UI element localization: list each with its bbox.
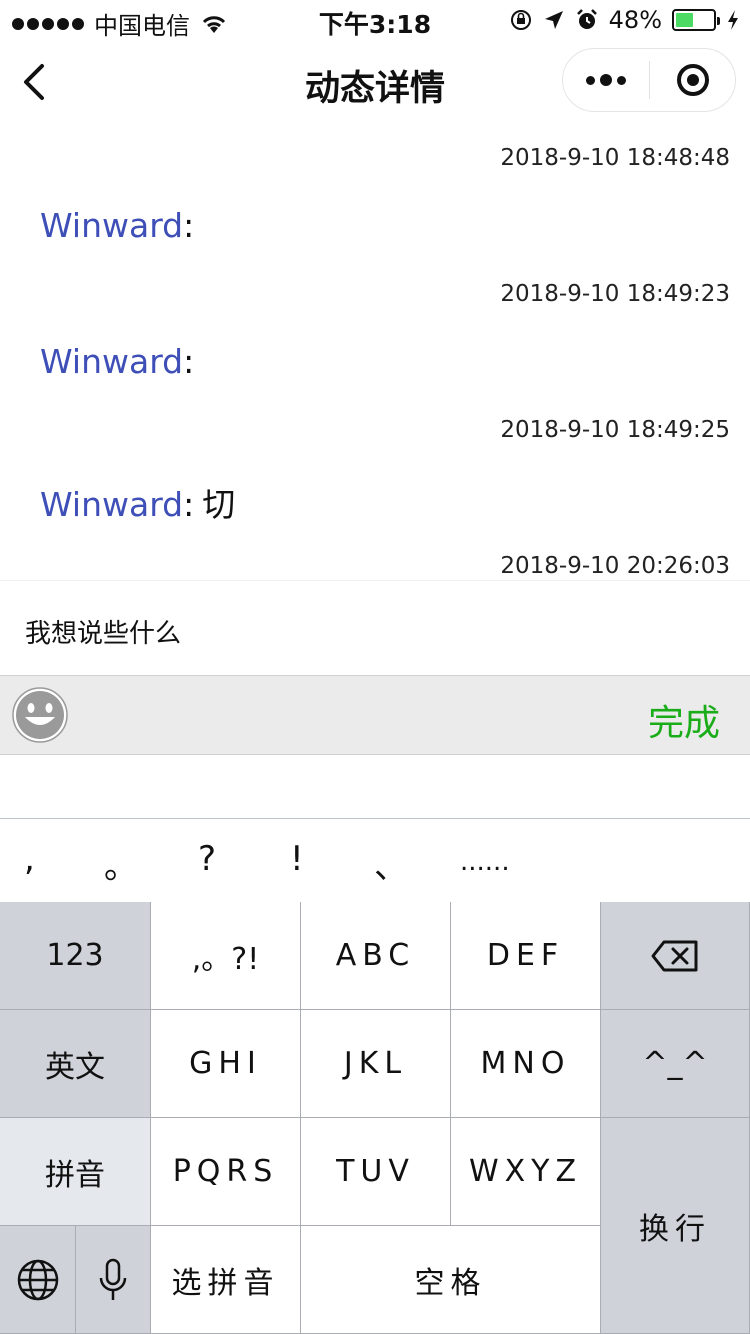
key-wxyz[interactable]: WXYZ bbox=[451, 1118, 601, 1226]
message-text: 切 bbox=[202, 485, 236, 524]
emoji-button[interactable] bbox=[12, 687, 68, 743]
microphone-icon bbox=[99, 1258, 127, 1300]
key-def[interactable]: DEF bbox=[451, 902, 601, 1010]
message-colon: : bbox=[183, 485, 195, 524]
target-circle-icon bbox=[676, 64, 709, 96]
done-button[interactable]: 完成 bbox=[648, 694, 720, 746]
message-item: Winward: bbox=[40, 342, 202, 381]
input-toolbar: 完成 bbox=[0, 675, 750, 755]
comment-input-text: 我想说些什么 bbox=[25, 619, 182, 649]
battery-icon bbox=[672, 9, 720, 31]
key-abc[interactable]: ABC bbox=[301, 902, 451, 1010]
punctuation-key-question[interactable]: ? bbox=[198, 839, 216, 879]
message-colon: : bbox=[183, 342, 195, 381]
message-author[interactable]: Winward bbox=[40, 342, 183, 381]
message-item: Winward: bbox=[40, 206, 202, 245]
key-jkl[interactable]: JKL bbox=[301, 1010, 451, 1118]
key-english[interactable]: 英文 bbox=[0, 1010, 151, 1118]
key-punctuation[interactable]: ,。?! bbox=[151, 902, 301, 1010]
more-dots-icon bbox=[586, 75, 595, 85]
message-timestamp: 2018-9-10 18:48:48 bbox=[500, 145, 730, 171]
key-tuv[interactable]: TUV bbox=[301, 1118, 451, 1226]
punctuation-key-ellipsis[interactable]: ...... bbox=[460, 847, 510, 877]
message-timestamp: 2018-9-10 18:49:25 bbox=[500, 417, 730, 443]
key-ghi[interactable]: GHI bbox=[151, 1010, 301, 1118]
key-123[interactable]: 123 bbox=[0, 902, 151, 1010]
punctuation-key-exclamation[interactable]: ! bbox=[290, 839, 304, 879]
status-right: 48% bbox=[509, 6, 740, 34]
message-timestamp: 2018-9-10 18:49:23 bbox=[500, 281, 730, 307]
location-arrow-icon bbox=[544, 11, 563, 29]
comment-input-field[interactable]: 我想说些什么 bbox=[0, 580, 750, 675]
space-key[interactable]: 空格 bbox=[301, 1226, 601, 1334]
message-author[interactable]: Winward bbox=[40, 206, 183, 245]
backspace-icon bbox=[651, 940, 698, 971]
message-colon: : bbox=[183, 206, 195, 245]
message-timestamp: 2018-9-10 20:26:03 bbox=[500, 553, 730, 579]
punctuation-row: , 。 ? ! 、 ...... bbox=[0, 819, 750, 902]
return-key[interactable]: 换行 bbox=[601, 1118, 750, 1334]
key-pinyin[interactable]: 拼音 bbox=[0, 1118, 151, 1226]
nine-key-keyboard: 123 ,。?! ABC DEF 英文 GHI JKL MNO ^_^ 拼音 P… bbox=[0, 902, 750, 1334]
key-select-pinyin[interactable]: 选拼音 bbox=[151, 1226, 301, 1334]
status-bar: 中国电信 下午3:18 48% bbox=[0, 0, 750, 40]
message-list[interactable]: 2018-9-10 18:48:48 Winward: 2018-9-10 18… bbox=[0, 130, 750, 580]
key-emoticon[interactable]: ^_^ bbox=[601, 1010, 750, 1118]
message-author[interactable]: Winward bbox=[40, 485, 183, 524]
delete-key[interactable] bbox=[601, 902, 750, 1010]
punctuation-key-period[interactable]: 。 bbox=[104, 839, 138, 888]
globe-icon bbox=[17, 1259, 58, 1300]
miniprogram-capsule bbox=[562, 48, 736, 112]
punctuation-key-enumeration[interactable]: 、 bbox=[374, 839, 408, 888]
smiley-face-icon bbox=[12, 687, 68, 743]
candidate-bar bbox=[0, 756, 750, 819]
orientation-lock-icon bbox=[510, 10, 531, 30]
voice-input-key[interactable] bbox=[76, 1226, 151, 1334]
punctuation-key-comma[interactable]: , bbox=[24, 839, 35, 879]
message-item: Winward: 切 bbox=[40, 478, 235, 526]
charging-bolt-icon bbox=[728, 10, 738, 30]
alarm-icon bbox=[576, 9, 597, 29]
key-mno[interactable]: MNO bbox=[451, 1010, 601, 1118]
globe-key[interactable] bbox=[0, 1226, 76, 1334]
close-miniprogram-button[interactable] bbox=[650, 49, 735, 111]
navigation-bar: 动态详情 bbox=[0, 40, 750, 130]
battery-percent: 48% bbox=[608, 6, 662, 34]
more-button[interactable] bbox=[563, 49, 649, 111]
key-pqrs[interactable]: PQRS bbox=[151, 1118, 301, 1226]
